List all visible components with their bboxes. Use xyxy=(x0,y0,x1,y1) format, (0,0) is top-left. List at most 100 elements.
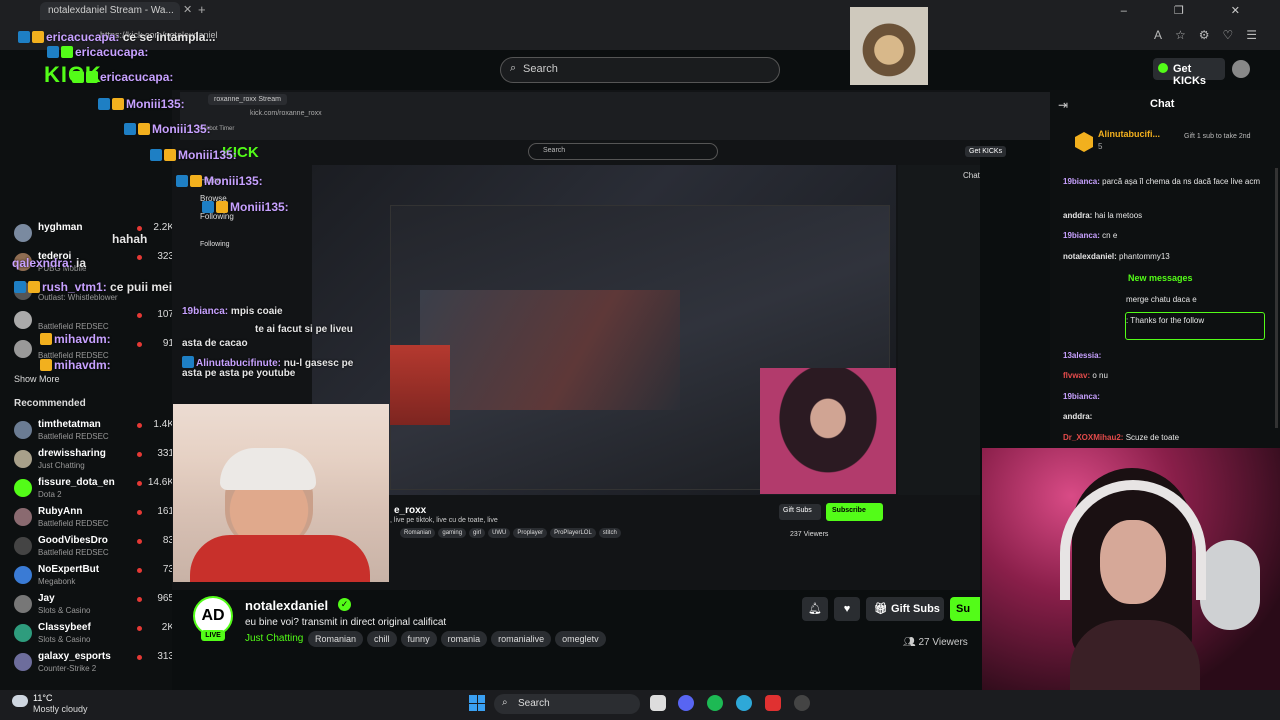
blue-badge-icon xyxy=(14,281,26,293)
streamer-name[interactable]: notalexdaniel xyxy=(245,598,328,613)
chat-username[interactable]: 19bianca: xyxy=(1063,392,1100,401)
chat-scrollbar[interactable] xyxy=(1275,168,1278,428)
viewer-count: 313 xyxy=(157,651,174,662)
app-icon[interactable] xyxy=(765,695,781,711)
viewer-count: 107 xyxy=(157,309,174,320)
viewer-count: 91 xyxy=(162,338,174,349)
settings-icon[interactable] xyxy=(794,695,810,711)
cohost-body xyxy=(1070,620,1200,690)
viewer-count: 👥︎ 27 Viewers xyxy=(903,637,968,648)
overlay-chat-line: Moniii135: xyxy=(202,200,289,214)
chat-username[interactable]: 13alessia: xyxy=(1063,351,1101,360)
gold-badge-icon xyxy=(112,98,124,110)
sidebar-channel[interactable]: galaxy_esports Counter-Strike 2 313 xyxy=(12,651,174,679)
overlay-message: ce puii mei xyxy=(110,280,173,294)
chat-username[interactable]: notalexdaniel: xyxy=(1063,252,1119,261)
chat-message: merge chatu daca e xyxy=(1126,294,1280,305)
show-more-link[interactable]: Show More xyxy=(14,374,60,384)
channel-avatar xyxy=(14,340,32,358)
notification-bell-button[interactable]: 🔔︎ xyxy=(802,597,828,621)
window-controls[interactable]: – ❐ ✕ xyxy=(1121,4,1262,17)
close-tab-icon[interactable]: ✕ xyxy=(183,3,192,16)
weather-temp[interactable]: 11°C xyxy=(33,693,52,703)
windows-start-icon[interactable] xyxy=(469,695,485,711)
gold-badge-icon xyxy=(138,123,150,135)
sidebar-channel[interactable]: hyghman 2.2K xyxy=(12,222,174,250)
sidebar-channel[interactable]: Jay Slots & Casino 965 xyxy=(12,593,174,621)
overlay-chat-line: Moniii135: xyxy=(150,148,237,162)
sidebar-channel[interactable]: timthetatman Battlefield REDSEC 1.4K xyxy=(12,419,174,447)
overlay-chat-line: asta de cacao xyxy=(182,338,248,349)
edge-icon[interactable] xyxy=(736,695,752,711)
new-tab-icon[interactable]: + xyxy=(198,2,206,17)
overlay-chat-line: asta pe asta pe youtube xyxy=(182,368,295,379)
new-messages-indicator[interactable]: New messages xyxy=(1128,273,1193,283)
spotify-icon[interactable] xyxy=(707,695,723,711)
overlay-chat-line: 19bianca: mpis coaie xyxy=(182,306,283,317)
sidebar-channel[interactable]: RubyAnn Battlefield REDSEC 161 xyxy=(12,506,174,534)
discord-icon[interactable] xyxy=(678,695,694,711)
gold-badge-icon xyxy=(40,333,52,345)
follow-heart-button[interactable]: ♥ xyxy=(834,597,860,621)
sidebar-channel[interactable]: GoodVibesDro Battlefield REDSEC 83 xyxy=(12,535,174,563)
chat-message: 13alessia: xyxy=(1063,350,1273,361)
blue-badge-icon xyxy=(98,98,110,110)
sidebar-channel[interactable]: drewissharing Just Chatting 331 xyxy=(12,448,174,476)
chat-username[interactable]: 19bianca: xyxy=(1063,177,1102,186)
cloud-icon[interactable] xyxy=(12,695,28,707)
chat-text: phantommy13 xyxy=(1119,252,1170,261)
stream-tag[interactable]: omegletv xyxy=(555,631,606,647)
chat-username[interactable]: anddra: xyxy=(1063,211,1095,220)
stream-tag[interactable]: funny xyxy=(400,631,437,647)
overlay-username: Moniii135: xyxy=(152,122,211,136)
taskbar-search[interactable]: Search xyxy=(494,694,640,714)
viewer-count-label: 27 Viewers xyxy=(918,637,968,648)
chat-text: o nu xyxy=(1092,371,1108,380)
sidebar-channel[interactable]: Classybeef Slots & Casino 2K xyxy=(12,622,174,650)
channel-avatar xyxy=(14,566,32,584)
user-avatar[interactable] xyxy=(1232,60,1250,78)
sidebar-channel[interactable]: fissure_dota_en Dota 2 14.6K xyxy=(12,477,174,505)
channel-avatar xyxy=(14,450,32,468)
deep-nested-frame xyxy=(420,290,680,410)
channel-name: fissure_dota_en xyxy=(38,477,115,488)
stream-tag[interactable]: romania xyxy=(440,631,488,647)
chat-username[interactable]: Dr_XOXMihau2: xyxy=(1063,433,1126,442)
chat-username[interactable]: anddra: xyxy=(1063,412,1092,421)
overlay-username: ericacucapa: xyxy=(100,70,174,84)
channel-avatar xyxy=(14,595,32,613)
weather-description[interactable]: Mostly cloudy xyxy=(33,704,88,714)
chat-message: 19bianca: parcă așa îl chema da ns dacă … xyxy=(1063,176,1273,187)
subscribe-button[interactable]: Su xyxy=(950,597,980,621)
browser-extension-icons[interactable]: A☆⚙♡☰ xyxy=(1154,28,1270,42)
stream-tag[interactable]: chill xyxy=(367,631,397,647)
pinned-gift-count: 5 xyxy=(1098,142,1103,151)
channel-avatar xyxy=(14,653,32,671)
pinned-gifter-name[interactable]: Alinutabucifi... xyxy=(1098,129,1160,139)
category-link[interactable]: Just Chatting xyxy=(245,633,303,644)
overlay-message: mpis coaie xyxy=(230,306,283,317)
nested-description: , live pe tiktok, live cu de toate, live xyxy=(390,517,498,524)
chat-message: anddra: hai la metoos xyxy=(1063,210,1273,221)
chat-text: parcă așa îl chema da ns dacă face live … xyxy=(1102,177,1260,186)
stream-tag[interactable]: Romanian xyxy=(308,631,364,647)
chat-text: merge chatu daca e xyxy=(1126,295,1197,304)
windows-taskbar xyxy=(0,690,1280,720)
overlay-username: rush_vtm1: xyxy=(42,280,111,294)
chat-message: 19bianca: xyxy=(1063,391,1273,402)
gift-subs-button[interactable]: 🎁︎ Gift Subs xyxy=(866,597,944,621)
collapse-chat-icon[interactable]: ⇥ xyxy=(1058,98,1068,112)
sidebar-channel[interactable]: NoExpertBut Megabonk 73 xyxy=(12,564,174,592)
chat-username[interactable]: 19bianca: xyxy=(1063,231,1102,240)
chat-message: flvwav: o nu xyxy=(1063,370,1273,381)
chat-username[interactable]: flvwav: xyxy=(1063,371,1092,380)
overlay-username: mihavdm: xyxy=(54,358,111,372)
nested-subscribe: Subscribe xyxy=(826,503,883,521)
pinned-gift-prompt[interactable]: Gift 1 sub to take 2nd xyxy=(1184,133,1264,140)
stream-tag[interactable]: romanialive xyxy=(491,631,552,647)
chat-text: hai la metoos xyxy=(1094,211,1143,220)
chat-title: Chat xyxy=(1150,98,1175,110)
file-explorer-icon[interactable] xyxy=(650,695,666,711)
browser-tab[interactable]: notalexdaniel Stream - Wa... xyxy=(40,2,180,20)
verified-icon: ✓ xyxy=(338,598,351,611)
